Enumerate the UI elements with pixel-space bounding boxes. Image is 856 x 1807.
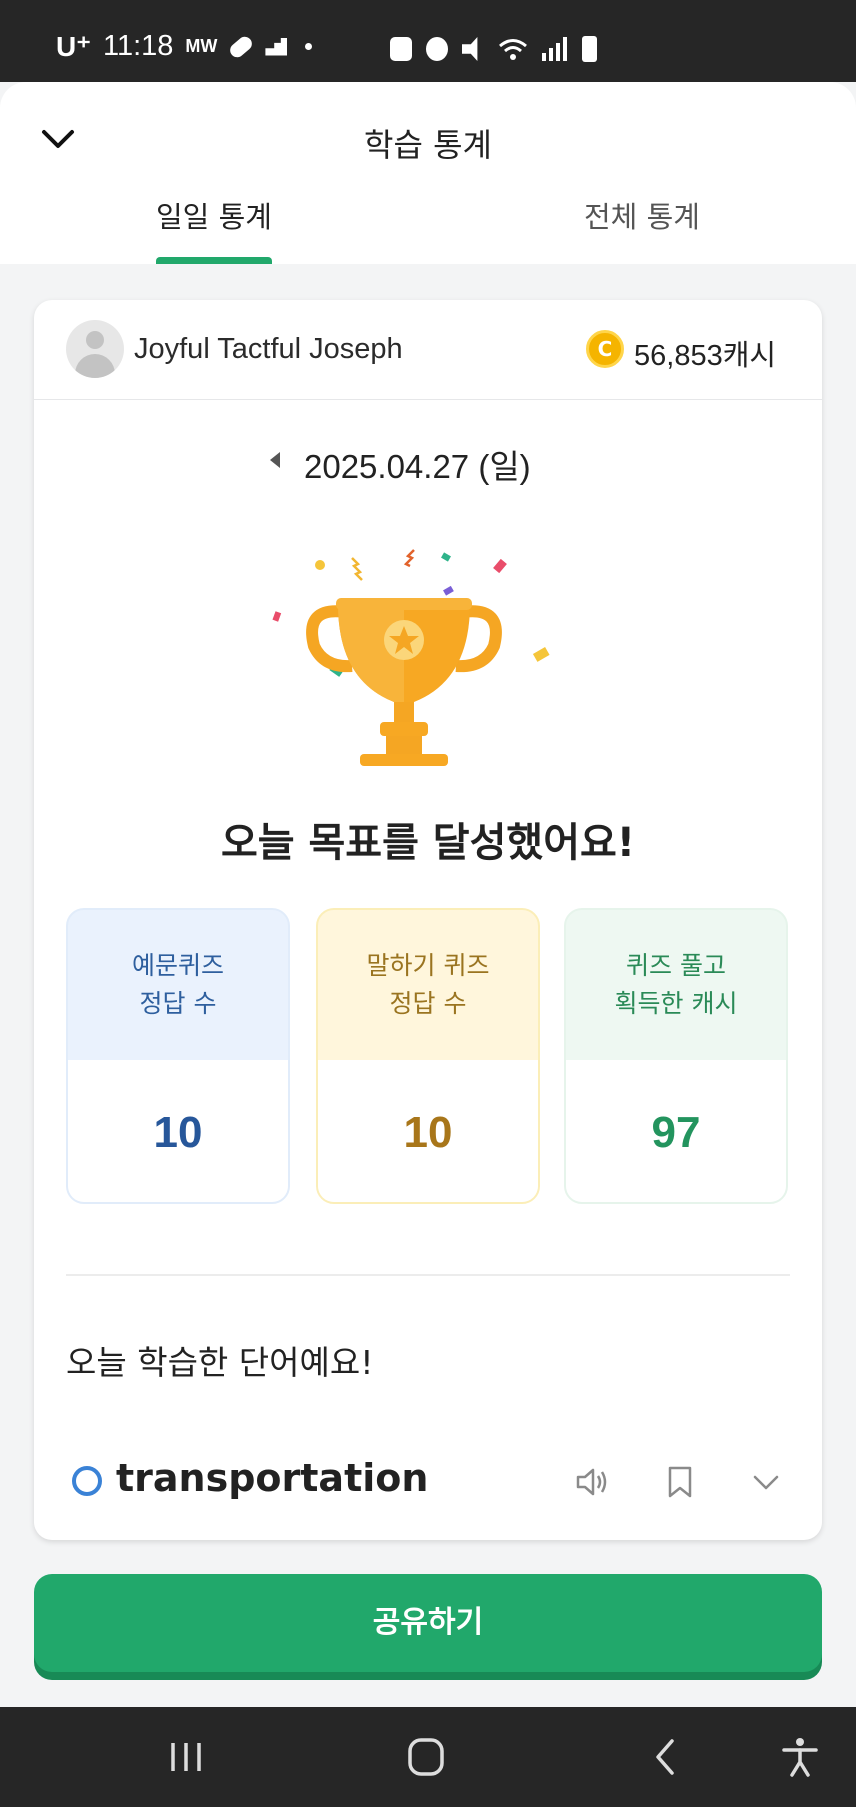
learned-word: transportation <box>116 1456 429 1500</box>
tab-indicator <box>156 257 272 264</box>
accessibility-icon[interactable] <box>778 1737 822 1777</box>
stat-value: 97 <box>566 1060 786 1202</box>
tab-daily-stats[interactable]: 일일 통계 <box>156 194 272 236</box>
lock-icon <box>390 37 412 61</box>
stat-label-line1: 퀴즈 풀고 <box>626 951 726 980</box>
back-icon[interactable] <box>644 1737 688 1777</box>
stat-label: 퀴즈 풀고획득한 캐시 <box>566 910 786 1060</box>
stat-value: 10 <box>318 1060 538 1202</box>
stat-value: 10 <box>68 1060 288 1202</box>
mute-icon <box>462 37 478 61</box>
carrier-label: U⁺ <box>56 31 91 62</box>
status-time: 11:18 <box>103 30 174 62</box>
stat-label: 말하기 퀴즈정답 수 <box>318 910 538 1060</box>
learned-words-title: 오늘 학습한 단어예요! <box>66 1343 374 1382</box>
stats-card: Joyful Tactful Joseph C 56,853캐시 2025.04… <box>34 300 822 1540</box>
recent-apps-icon[interactable] <box>164 1737 208 1777</box>
home-icon[interactable] <box>404 1737 448 1777</box>
date-label: 2025.04.27 (일) <box>304 448 531 485</box>
share-button[interactable]: 공유하기 <box>34 1574 822 1672</box>
bookmark-icon[interactable] <box>660 1462 700 1502</box>
pill-icon <box>227 33 256 60</box>
stat-label-line2: 정답 수 <box>139 989 217 1018</box>
wifi-icon <box>499 39 527 60</box>
coin-icon: C <box>586 330 624 368</box>
dot-icon <box>305 43 313 50</box>
app-icon <box>265 37 288 56</box>
stat-label-line2: 정답 수 <box>389 989 467 1018</box>
status-right <box>390 36 597 62</box>
system-nav-bar <box>0 1707 856 1807</box>
goal-achieved-message: 오늘 목표를 달성했어요! <box>220 820 636 866</box>
header-sheet: 학습 통계 일일 통계 전체 통계 <box>0 82 856 264</box>
mw-indicator: MW <box>185 36 218 56</box>
trophy-icon <box>272 549 550 766</box>
stat-example-quiz: 예문퀴즈정답 수 10 <box>66 908 290 1204</box>
correct-circle-icon <box>72 1466 102 1496</box>
page-title: 학습 통계 <box>364 126 492 164</box>
previous-date-icon[interactable] <box>270 452 280 468</box>
speaker-icon[interactable] <box>572 1462 612 1502</box>
battery-icon <box>582 36 597 62</box>
stat-label: 예문퀴즈정답 수 <box>68 910 288 1060</box>
stat-label-line1: 말하기 퀴즈 <box>366 951 490 980</box>
status-left: U⁺ 11:18 MW <box>56 30 313 63</box>
stat-earned-cash: 퀴즈 풀고획득한 캐시 97 <box>564 908 788 1204</box>
user-row: Joyful Tactful Joseph C 56,853캐시 <box>34 300 822 400</box>
cash-amount: 56,853캐시 <box>634 340 777 372</box>
stat-label-line2: 획득한 캐시 <box>614 989 738 1018</box>
stat-speaking-quiz: 말하기 퀴즈정답 수 10 <box>316 908 540 1204</box>
expand-chevron-icon[interactable] <box>746 1462 786 1502</box>
status-bar: U⁺ 11:18 MW <box>0 0 856 82</box>
tab-total-stats[interactable]: 전체 통계 <box>584 194 700 236</box>
signal-icon <box>542 37 568 61</box>
avatar <box>66 320 124 378</box>
stat-label-line1: 예문퀴즈 <box>131 951 224 980</box>
user-name: Joyful Tactful Joseph <box>134 333 403 365</box>
divider <box>66 1274 790 1276</box>
alarm-icon <box>426 37 448 61</box>
